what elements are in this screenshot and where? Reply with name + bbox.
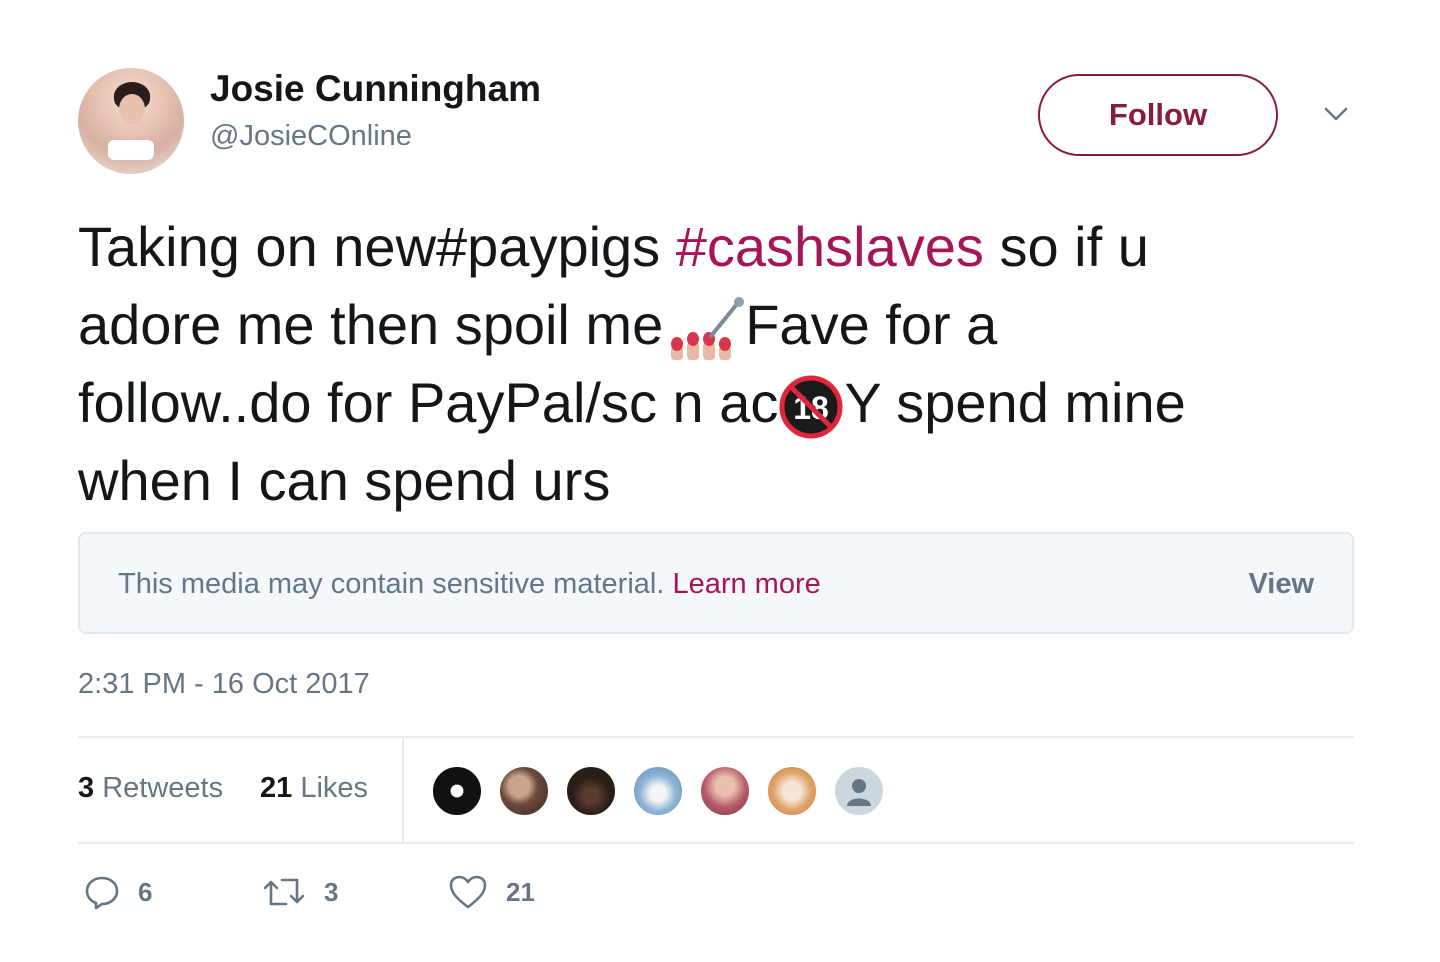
stats-divider-top xyxy=(78,736,1354,738)
nail-polish-emoji xyxy=(671,297,745,361)
liker-avatar-4[interactable] xyxy=(631,764,685,818)
avatar-face xyxy=(119,94,145,124)
tweet-text-line-2: adore me then spoil me Fave for a xyxy=(78,286,1378,364)
liker-avatar-6[interactable] xyxy=(765,764,819,818)
retweets-label: Retweets xyxy=(102,772,224,804)
likes-label: Likes xyxy=(300,772,369,804)
sensitive-warning-text: This media may contain sensitive materia… xyxy=(118,568,665,600)
tweet-text-segment: follow..do for PayPal/sc n ac xyxy=(78,371,779,434)
like-count: 21 xyxy=(506,876,535,907)
author-name[interactable]: Josie Cunningham xyxy=(210,68,541,110)
author-handle[interactable]: @JosieCOnline xyxy=(210,120,412,153)
follow-button[interactable]: Follow xyxy=(1038,74,1278,156)
learn-more-link[interactable]: Learn more xyxy=(672,568,820,600)
author-avatar[interactable] xyxy=(78,68,184,174)
tweet-text-line-3: follow..do for PayPal/sc n ac 18 Y spend… xyxy=(78,364,1378,442)
liker-avatar-1[interactable] xyxy=(430,764,484,818)
reply-action[interactable]: 6 xyxy=(84,874,152,910)
tweet-text-segment: adore me then spoil me xyxy=(78,293,664,356)
default-avatar[interactable] xyxy=(832,764,886,818)
heart-icon xyxy=(449,875,487,909)
tweet-text-segment: so if u xyxy=(983,215,1149,278)
likes-stat[interactable]: 21 Likes xyxy=(260,772,368,805)
view-media-button[interactable]: View xyxy=(1248,568,1314,601)
hashtag-link[interactable]: #cashslaves xyxy=(676,215,984,278)
retweets-stat[interactable]: 3 Retweets xyxy=(78,772,223,805)
stats-divider-bottom xyxy=(78,842,1354,844)
sensitive-media-message: This media may contain sensitive materia… xyxy=(118,568,821,601)
tweet-text-line-1: Taking on new#paypigs #cashslaves so if … xyxy=(78,208,1378,286)
stats-vertical-divider xyxy=(402,738,404,844)
tweet-text: Taking on new#paypigs #cashslaves so if … xyxy=(78,208,1378,520)
like-action[interactable]: 21 xyxy=(448,874,535,910)
tweet-text-segment: Y spend mine xyxy=(844,371,1186,434)
tweet-text-segment: Taking on new xyxy=(78,215,437,278)
reply-icon xyxy=(85,876,119,910)
tweet-timestamp[interactable]: 2:31 PM - 16 Oct 2017 xyxy=(78,668,370,701)
chevron-down-icon[interactable] xyxy=(1322,104,1350,124)
default-avatar-icon xyxy=(847,779,871,806)
retweet-action[interactable]: 3 xyxy=(262,874,338,910)
retweets-count: 3 xyxy=(78,772,95,804)
hashtag-link[interactable]: #paypigs xyxy=(436,215,660,278)
liker-avatar-2[interactable] xyxy=(497,764,551,818)
liker-avatar-3[interactable] xyxy=(564,764,618,818)
tweet-text-segment: Fave for a xyxy=(745,293,998,356)
reply-count: 6 xyxy=(138,876,153,907)
likes-count: 21 xyxy=(260,772,293,804)
sensitive-media-notice: This media may contain sensitive materia… xyxy=(78,532,1354,634)
avatar-clothing xyxy=(108,140,154,160)
retweet-icon xyxy=(263,878,305,906)
retweet-count: 3 xyxy=(324,876,339,907)
no-one-under-eighteen-emoji: 18 xyxy=(779,375,843,439)
tweet-text-line-4: when I can spend urs xyxy=(78,449,611,512)
liker-avatar-5[interactable] xyxy=(698,764,752,818)
